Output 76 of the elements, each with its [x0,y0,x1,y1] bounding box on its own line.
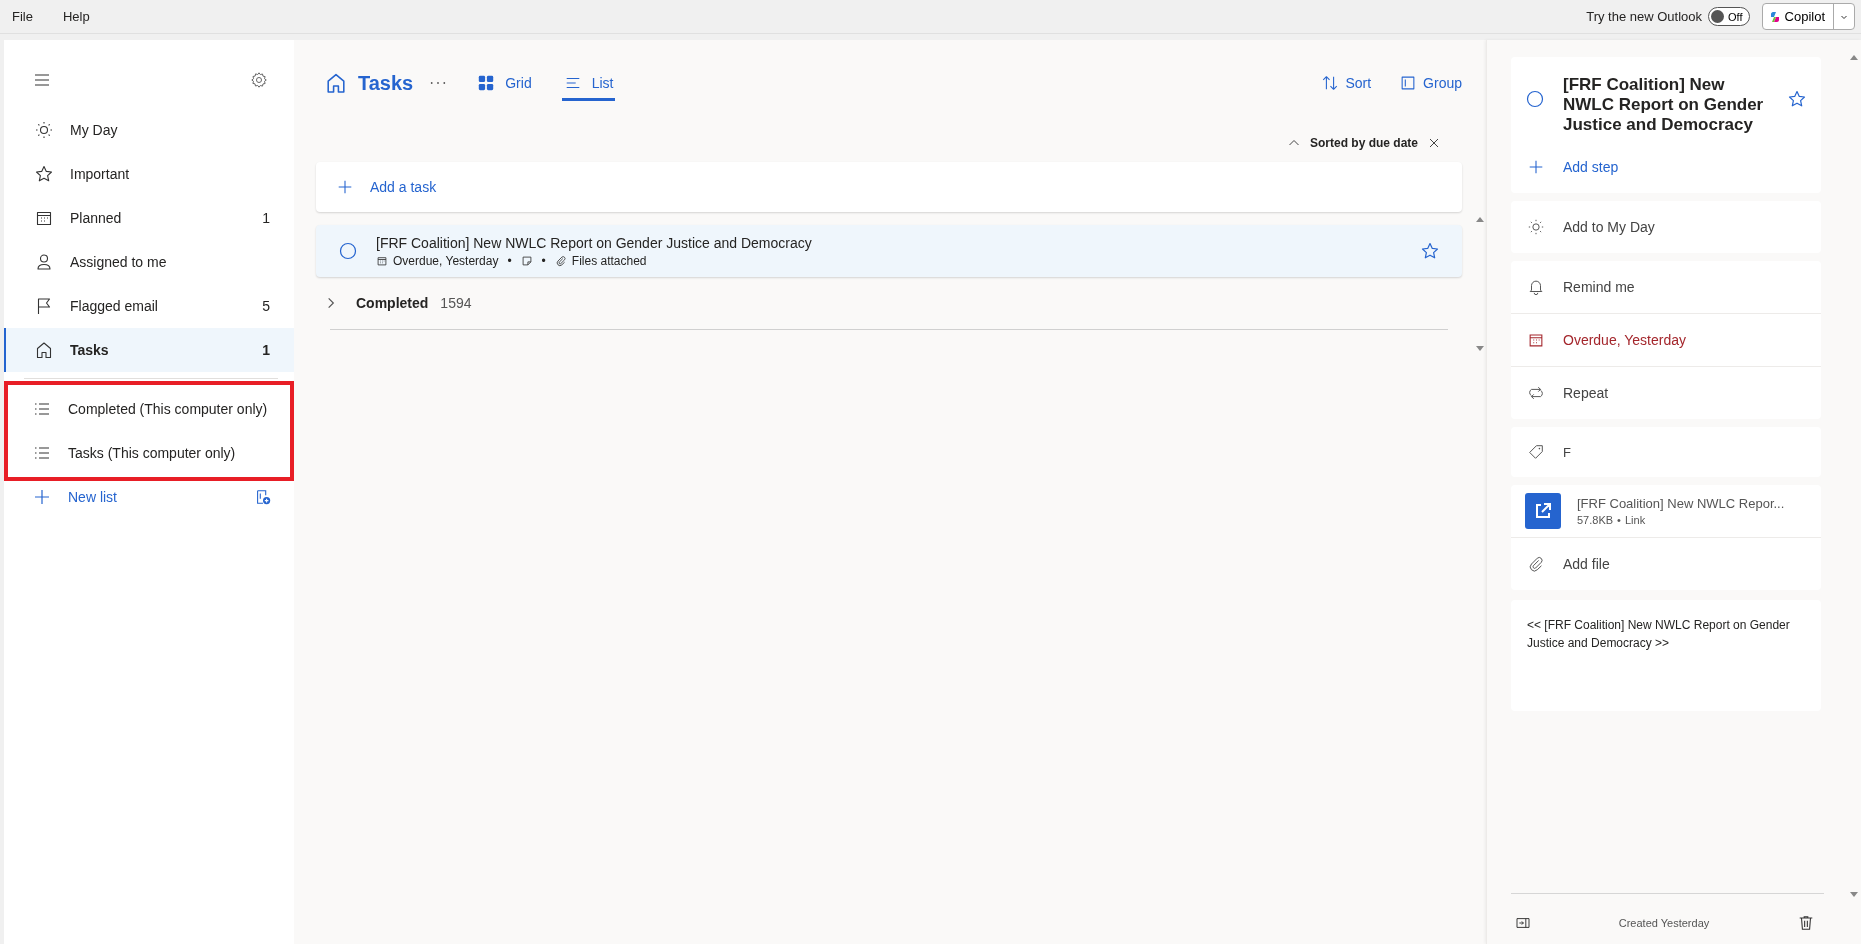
toolbar-button[interactable]: Sort [1321,74,1372,92]
star-icon[interactable] [1420,241,1440,261]
sun-icon [1527,218,1545,236]
scroll-down-icon[interactable] [1476,346,1484,352]
plus-icon[interactable] [32,487,52,507]
scroll-up-icon[interactable] [1850,54,1858,60]
view-tab[interactable]: List [561,65,616,101]
more-icon[interactable] [429,80,448,86]
grid-icon [477,74,496,92]
plus-icon [1527,158,1545,176]
repeat-icon [1527,384,1545,402]
scroll-up-icon[interactable] [1476,216,1484,222]
try-new-outlook-label: Try the new Outlook [1586,9,1703,24]
list-title: Tasks [358,71,414,95]
file-type: Link [1624,514,1646,526]
home-icon [34,340,54,360]
menu-item[interactable]: Help [54,5,98,28]
link-file-icon [1525,493,1561,529]
due-date-button[interactable]: Overdue, Yesterday [1563,332,1686,348]
separator-dot: • [1617,514,1621,526]
trash-icon[interactable] [1797,914,1815,932]
sidebar-item[interactable]: Tasks (This computer only) [8,431,290,475]
checkbox-circle[interactable] [1525,89,1545,109]
checkbox-circle[interactable] [338,241,358,261]
calendar-icon [376,254,388,267]
tag-icon [1527,443,1545,461]
note-field[interactable]: << [FRF Coalition] New NWLC Report on Gender Justice and Democracy >> [1511,600,1821,711]
sidebar-item[interactable]: Tasks 1 [4,328,294,372]
completed-heading[interactable]: Completed [356,295,429,311]
sidebar-item[interactable]: My Day [4,108,294,152]
add-step-button[interactable]: Add step [1563,159,1619,175]
sidebar-item[interactable]: Planned 1 [4,196,294,240]
separator-dot: • [507,253,512,268]
sidebar-item[interactable]: Assigned to me [4,240,294,284]
copilot-icon [1768,10,1781,23]
sun-icon [34,120,54,140]
note-icon [520,254,533,267]
file-name[interactable]: [FRF Coalition] New NWLC Repor... [1577,496,1785,511]
category-field[interactable]: F [1563,444,1571,460]
panel-icon [1399,74,1418,92]
view-tab[interactable]: Grid [475,65,534,101]
bell-icon [1527,278,1545,296]
separator-dot: • [541,253,546,268]
menu-item[interactable]: File [4,5,41,28]
attachment-label: Files attached [571,253,647,268]
remind-me-button[interactable]: Remind me [1563,279,1635,295]
sidebar-item[interactable]: Completed (This computer only) [8,387,290,431]
task-row[interactable]: [FRF Coalition] New NWLC Report on Gender Justice and Democracy Overdue, Yesterday • • Files attached [316,225,1462,277]
paperclip-icon [554,254,567,267]
home-icon [324,71,348,95]
person-icon [34,252,54,272]
add-file-button[interactable]: Add file [1563,556,1610,572]
repeat-button[interactable]: Repeat [1563,385,1609,401]
star-icon [34,164,54,184]
star-icon[interactable] [1787,89,1807,109]
add-task-field[interactable]: Add a task [316,162,1462,212]
toggle-switch[interactable]: Off [1708,7,1750,26]
add-to-my-day-button[interactable]: Add to My Day [1563,219,1655,235]
sidebar-item[interactable]: Important [4,152,294,196]
task-title[interactable]: [FRF Coalition] New NWLC Report on Gender Justice and Democracy [1563,75,1769,135]
sort-icon [1321,74,1340,92]
file-size: 57.8KB [1577,514,1614,526]
close-icon[interactable] [1428,137,1440,149]
new-group-icon[interactable] [254,488,272,506]
task-title: [FRF Coalition] New NWLC Report on Gender Justice and Democracy [376,234,812,251]
sidebar-item[interactable]: Flagged email 5 [4,284,294,328]
completed-count: 1594 [440,295,472,311]
new-list-link[interactable]: New list [68,489,117,505]
sort-indicator: Sorted by due date [1309,136,1418,150]
paperclip-icon [1527,555,1545,573]
created-date: Created Yesterday [1618,917,1710,929]
due-date: Overdue, Yesterday [393,253,499,268]
hide-panel-icon[interactable] [1515,915,1531,931]
scroll-down-icon[interactable] [1850,892,1858,898]
toolbar-button[interactable]: Group [1399,74,1462,92]
settings-icon[interactable] [250,71,268,89]
